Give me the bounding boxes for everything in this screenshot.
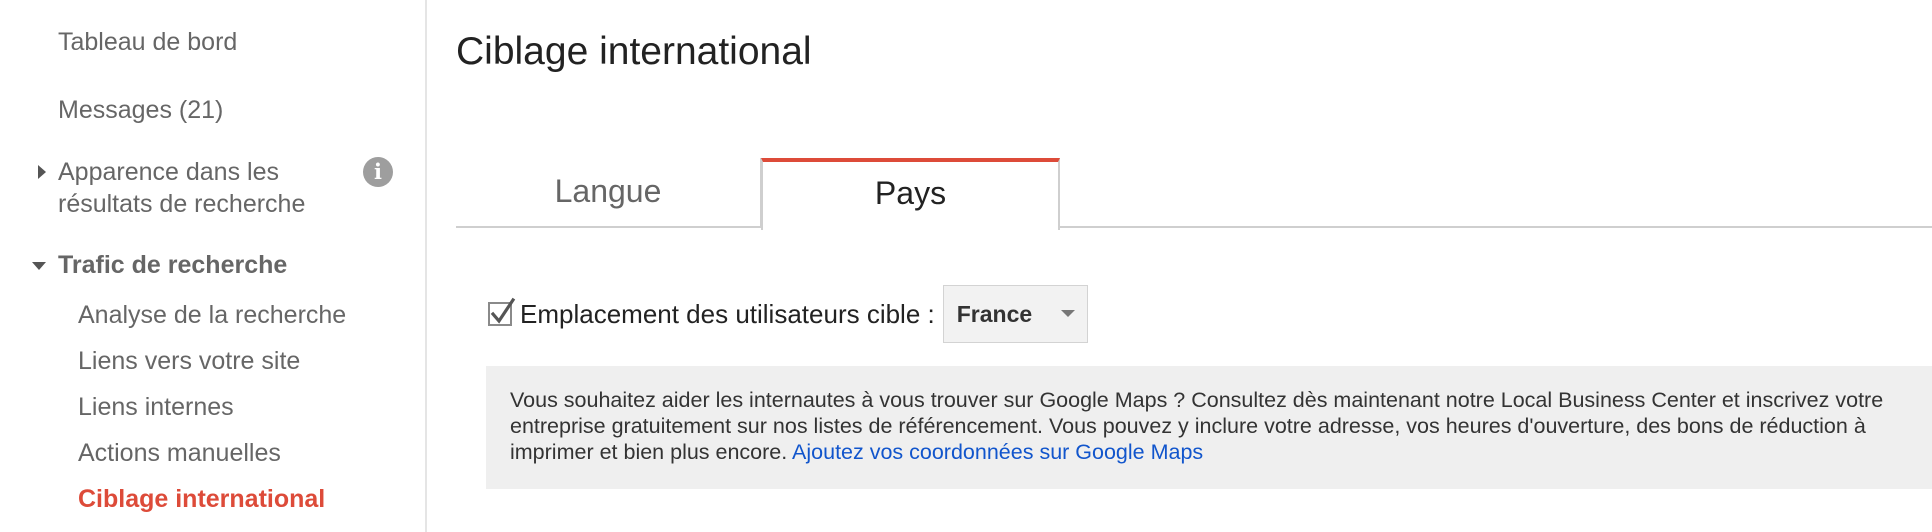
- caret-down-icon[interactable]: [32, 262, 46, 270]
- sidebar-item-trafic-de-recherche[interactable]: Trafic de recherche: [58, 249, 287, 281]
- country-select[interactable]: France: [942, 285, 1088, 343]
- tab-pays[interactable]: Pays: [761, 158, 1060, 230]
- sidebar: Tableau de bord Messages (21) Apparence …: [0, 0, 427, 532]
- sidebar-item-analyse-de-la-recherche[interactable]: Analyse de la recherche: [78, 299, 346, 331]
- country-select-value: France: [956, 301, 1033, 327]
- sidebar-item-tableau-de-bord[interactable]: Tableau de bord: [58, 26, 237, 58]
- tab-langue[interactable]: Langue: [456, 158, 762, 228]
- page-title: Ciblage international: [456, 30, 812, 73]
- sidebar-item-apparence[interactable]: Apparence dans les résultats de recherch…: [58, 156, 305, 220]
- checkmark-icon: [490, 297, 516, 324]
- target-location-row: Emplacement des utilisateurs cible : Fra…: [488, 285, 1088, 343]
- sidebar-item-actions-manuelles[interactable]: Actions manuelles: [78, 437, 281, 469]
- sidebar-item-messages[interactable]: Messages (21): [58, 94, 223, 126]
- info-icon[interactable]: i: [363, 157, 393, 187]
- target-location-label: Emplacement des utilisateurs cible :: [520, 298, 935, 329]
- google-maps-link[interactable]: Ajoutez vos coordonnées sur Google Maps: [792, 440, 1203, 464]
- chevron-down-icon: [1060, 310, 1075, 317]
- caret-right-icon[interactable]: [38, 165, 46, 179]
- sidebar-item-liens-internes[interactable]: Liens internes: [78, 391, 234, 423]
- app: Tableau de bord Messages (21) Apparence …: [0, 0, 1932, 532]
- sidebar-item-liens-vers-votre-site[interactable]: Liens vers votre site: [78, 345, 300, 377]
- google-maps-info-box: Vous souhaitez aider les internautes à v…: [486, 366, 1932, 489]
- sidebar-item-ciblage-international[interactable]: Ciblage international: [78, 483, 325, 515]
- sidebar-item-apparence-line1: Apparence dans les: [58, 158, 279, 186]
- target-location-checkbox[interactable]: [488, 297, 516, 326]
- sidebar-item-apparence-line2: résultats de recherche: [58, 190, 306, 218]
